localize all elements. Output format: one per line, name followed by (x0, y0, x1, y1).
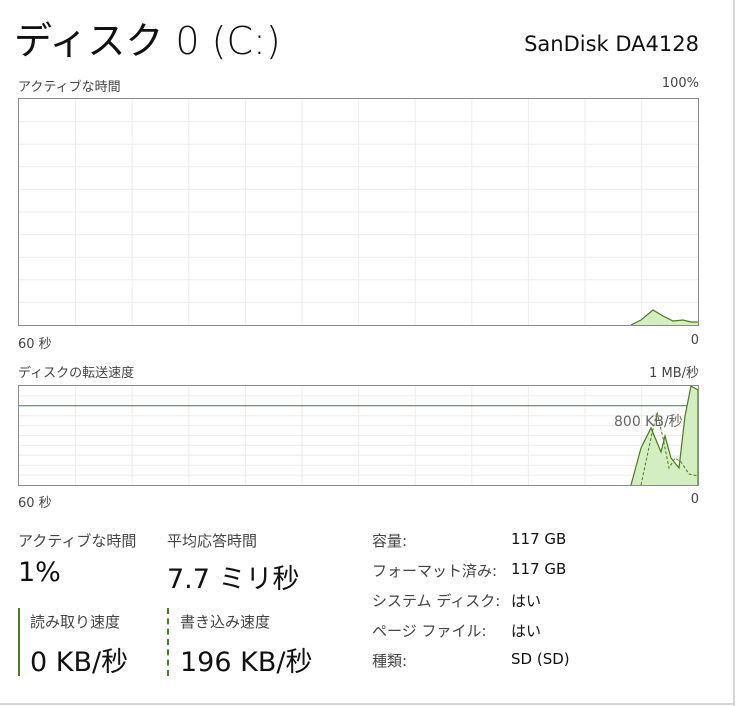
capacity-value: 117 GB (511, 530, 567, 548)
page-file-key: ページ ファイル: (372, 622, 487, 640)
system-disk-value: はい (511, 592, 542, 610)
disk-model: SanDisk DA4128 (524, 32, 699, 56)
active-time-graph-canvas (19, 99, 698, 325)
active-time-graph-label: アクティブな時間 (18, 80, 121, 95)
read-speed-value: 0 KB/秒 (30, 647, 129, 678)
active-time-area (631, 310, 698, 325)
write-speed-value: 196 KB/秒 (180, 647, 313, 678)
transfer-graph-label: ディスクの転送速度 (18, 366, 135, 381)
formatted-key: フォーマット済み: (372, 562, 498, 580)
window-frame-bottom (0, 703, 735, 705)
transfer-graph-time: 60 秒 (18, 496, 52, 511)
transfer-graph[interactable] (18, 385, 699, 486)
avg-response-label: 平均応答時間 (167, 532, 258, 550)
transfer-graph-min: 0 (690, 492, 699, 507)
active-time-graph-max: 100% (661, 76, 699, 91)
type-value: SD (SD) (511, 650, 570, 668)
system-disk-key: システム ディスク: (372, 592, 501, 610)
transfer-graph-max: 1 MB/秒 (649, 366, 699, 381)
page-file-value: はい (511, 622, 542, 640)
avg-response-value: 7.7 ミリ秒 (167, 564, 300, 595)
read-speed-label: 読み取り速度 (30, 613, 121, 631)
read-speed-indicator (18, 608, 20, 676)
window-frame-right (733, 0, 735, 706)
active-time-graph[interactable] (18, 98, 699, 326)
write-speed-indicator (167, 608, 169, 676)
type-key: 種類: (372, 652, 408, 670)
active-time-graph-min: 0 (690, 333, 699, 348)
active-time-label: アクティブな時間 (18, 532, 137, 550)
active-time-value: 1% (18, 557, 61, 588)
active-time-graph-time: 60 秒 (18, 337, 52, 352)
transfer-reference-label: 800 KB/秒 (614, 414, 683, 430)
page-title: ディスク 0 (C:) (14, 19, 281, 63)
transfer-graph-canvas (19, 386, 698, 485)
capacity-key: 容量: (372, 532, 408, 550)
write-speed-label: 書き込み速度 (180, 613, 271, 631)
formatted-value: 117 GB (511, 560, 567, 578)
